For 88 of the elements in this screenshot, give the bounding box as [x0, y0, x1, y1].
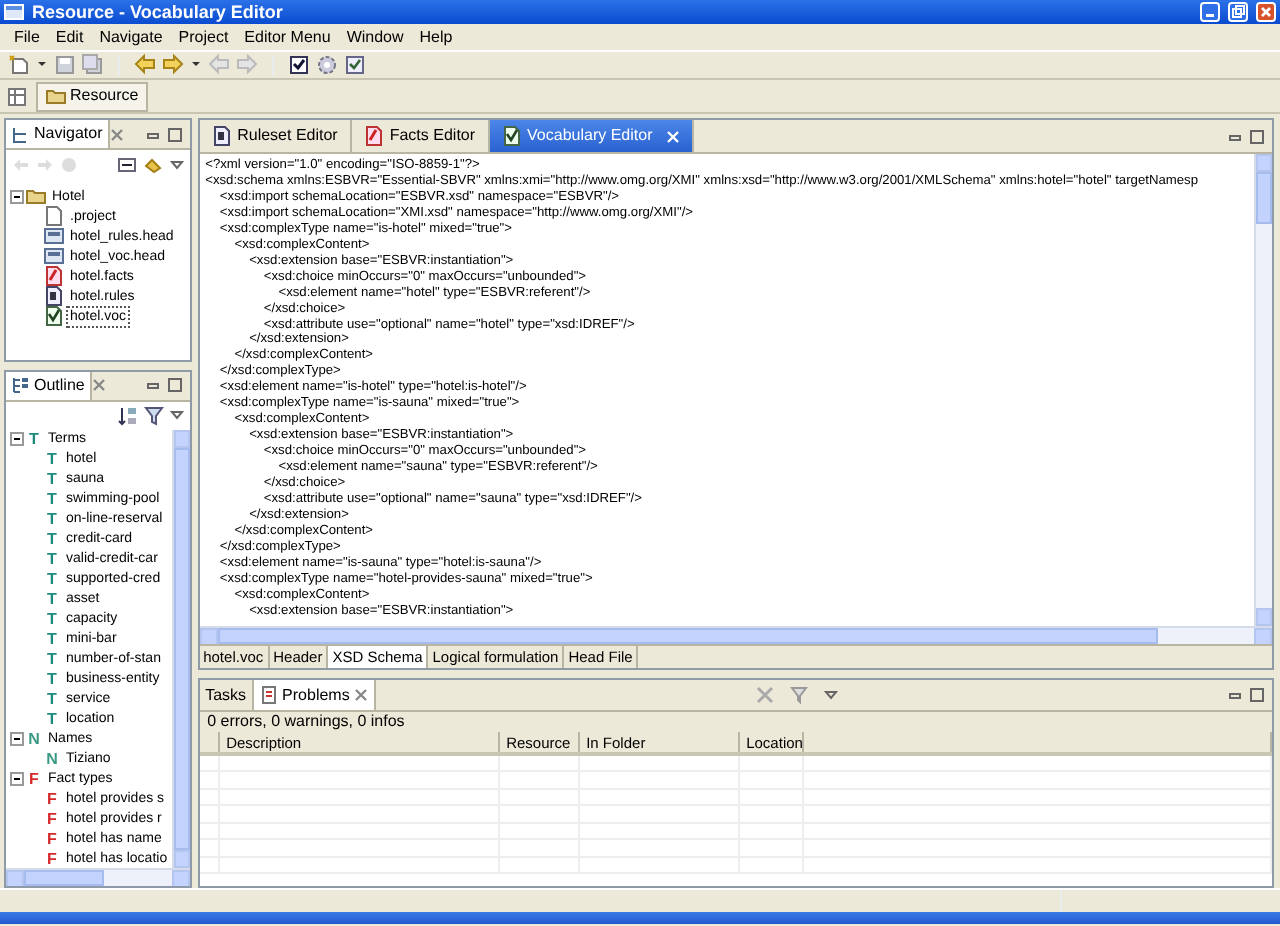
collapse-all-icon[interactable]: [117, 155, 136, 173]
term-icon: T: [44, 610, 60, 629]
minimize-icon[interactable]: [145, 127, 160, 141]
maximize-icon[interactable]: [1249, 129, 1264, 143]
minimize-icon[interactable]: [145, 378, 160, 393]
menu-item[interactable]: File: [6, 24, 48, 50]
view-tab[interactable]: Problems: [254, 680, 376, 710]
name-icon: N: [26, 730, 42, 749]
fact-type-icon: F: [44, 850, 60, 868]
gear-icon[interactable]: [316, 54, 338, 76]
menu-item[interactable]: Navigate: [91, 24, 171, 50]
new-file-icon[interactable]: [8, 54, 30, 76]
view-tab[interactable]: Outline: [6, 371, 93, 400]
back-icon[interactable]: [134, 54, 156, 76]
view-tab[interactable]: Tasks: [199, 680, 255, 710]
view-menu-icon[interactable]: [169, 406, 184, 425]
rules-file-icon: [211, 126, 232, 146]
fact-type-icon: F: [26, 770, 42, 789]
term-icon: T: [44, 650, 60, 669]
menu-item[interactable]: Editor Menu: [236, 24, 339, 50]
save-all-icon[interactable]: [82, 54, 104, 76]
horizontal-scrollbar[interactable]: [6, 868, 190, 886]
minimize-icon[interactable]: [1227, 129, 1242, 143]
editor-tab[interactable]: Vocabulary Editor: [489, 120, 695, 152]
term-icon: T: [44, 570, 60, 589]
horizontal-scrollbar[interactable]: [199, 626, 1272, 644]
fact-type-icon: F: [44, 790, 60, 809]
minimize-button[interactable]: [1200, 2, 1220, 22]
vocabulary-file-icon: [501, 126, 522, 146]
maximize-icon[interactable]: [1249, 688, 1264, 702]
header-file-icon: [44, 246, 64, 266]
open-perspective-icon[interactable]: [6, 85, 28, 107]
vertical-scrollbar[interactable]: [171, 429, 190, 868]
window-icon: [4, 4, 24, 20]
view-menu-icon[interactable]: [824, 686, 839, 704]
checked-document-icon[interactable]: [344, 54, 366, 76]
menu-item[interactable]: Help: [411, 24, 461, 50]
header-file-icon: [44, 226, 64, 246]
restore-icon: [1230, 4, 1246, 20]
view-menu-icon[interactable]: [169, 155, 184, 173]
restore-button[interactable]: [1228, 2, 1248, 22]
term-icon: T: [44, 550, 60, 569]
term-icon: T: [44, 590, 60, 609]
facts-file-icon: [363, 126, 384, 146]
view-tab[interactable]: Navigator: [6, 120, 111, 148]
term-icon: T: [44, 470, 60, 489]
navigator-icon: [12, 125, 30, 143]
problems-icon: [260, 686, 279, 704]
term-icon: T: [44, 530, 60, 549]
term-icon: T: [44, 450, 60, 469]
fact-type-icon: F: [44, 830, 60, 849]
menu-item[interactable]: Window: [338, 24, 412, 50]
sort-icon[interactable]: [117, 405, 138, 426]
close-icon[interactable]: [92, 378, 107, 393]
close-icon: [1258, 4, 1274, 20]
document-icon: [44, 206, 64, 226]
maximize-icon[interactable]: [167, 378, 182, 393]
expand-toggle[interactable]: [10, 189, 24, 203]
close-icon[interactable]: [110, 127, 125, 141]
vertical-scrollbar[interactable]: [1253, 154, 1272, 626]
facts-file-icon: [44, 266, 64, 286]
folder-icon: [46, 86, 66, 106]
window-title: Resource - Vocabulary Editor: [32, 1, 285, 23]
expand-toggle[interactable]: [10, 772, 24, 787]
expand-toggle[interactable]: [10, 732, 24, 747]
menu-item[interactable]: Project: [170, 24, 237, 50]
term-icon: T: [44, 670, 60, 689]
term-icon: T: [44, 710, 60, 729]
folder-icon: [26, 186, 46, 206]
term-icon: T: [44, 490, 60, 509]
expand-toggle[interactable]: [10, 432, 24, 447]
term-icon: T: [44, 630, 60, 649]
term-icon: T: [44, 510, 60, 529]
checkbox-icon[interactable]: [288, 54, 310, 76]
maximize-icon[interactable]: [167, 127, 182, 141]
problems-summary: 0 errors, 0 warnings, 0 infos: [199, 712, 1272, 732]
term-icon: T: [26, 430, 42, 449]
name-icon: N: [44, 750, 60, 769]
minimize-icon[interactable]: [1227, 688, 1242, 702]
term-icon: T: [44, 690, 60, 709]
rules-file-icon: [44, 286, 64, 306]
fact-type-icon: F: [44, 810, 60, 829]
close-button[interactable]: [1256, 2, 1276, 22]
perspective-button[interactable]: Resource: [36, 81, 149, 111]
outline-icon: [12, 376, 30, 395]
menu-item[interactable]: Edit: [47, 24, 92, 50]
vocabulary-file-icon: [44, 306, 64, 326]
close-icon[interactable]: [353, 688, 368, 702]
